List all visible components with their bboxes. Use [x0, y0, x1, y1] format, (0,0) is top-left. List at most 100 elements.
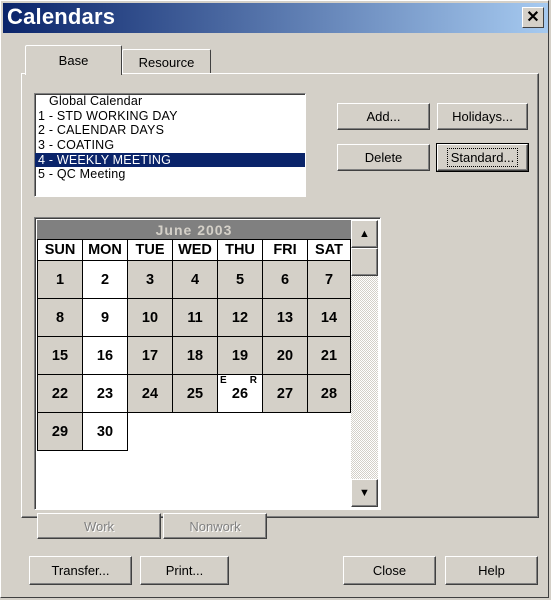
- scroll-thumb[interactable]: [351, 248, 378, 276]
- transfer-button-label: Transfer...: [51, 563, 110, 578]
- calendar-day-number: 24: [141, 385, 159, 402]
- calendar-day-cell[interactable]: 27: [262, 374, 308, 413]
- calendar-list-item[interactable]: Global Calendar: [35, 94, 305, 109]
- calendar-day-number: 2: [100, 271, 110, 288]
- calendar-day-cell[interactable]: 19: [217, 336, 263, 375]
- standard-button-label: Standard...: [446, 148, 519, 167]
- calendar-day-cell[interactable]: 22: [37, 374, 83, 413]
- calendar-day-number: 30: [96, 423, 114, 440]
- holidays-button-label: Holidays...: [452, 109, 513, 124]
- calendar-day-cell[interactable]: 24: [127, 374, 173, 413]
- calendar-day-cell[interactable]: 26 E R: [217, 374, 263, 413]
- calendar-day-number: 17: [141, 347, 159, 364]
- scroll-down-button[interactable]: ▼: [351, 479, 378, 507]
- title-bar[interactable]: Calendars ✕: [3, 3, 548, 33]
- calendar-day-cell[interactable]: 17: [127, 336, 173, 375]
- calendar-day-marker-e: E: [220, 375, 227, 386]
- close-button-label: Close: [372, 563, 407, 578]
- add-button[interactable]: Add...: [337, 103, 430, 130]
- calendar-day-number: 26: [231, 385, 249, 402]
- holidays-button[interactable]: Holidays...: [437, 103, 528, 130]
- calendar-day-marker-r: R: [249, 375, 257, 386]
- calendar-day-cell[interactable]: 18: [172, 336, 218, 375]
- delete-button-label: Delete: [364, 150, 403, 165]
- calendar-day-cell[interactable]: 9: [82, 298, 128, 337]
- calendar-day-number: 21: [320, 347, 338, 364]
- calendar-day-cell[interactable]: 6: [262, 260, 308, 299]
- print-button[interactable]: Print...: [140, 556, 229, 585]
- calendar-day-number: 3: [145, 271, 155, 288]
- day-of-week-header: SAT: [307, 239, 351, 261]
- calendar-day-cell[interactable]: 8: [37, 298, 83, 337]
- standard-button[interactable]: Standard...: [436, 143, 529, 172]
- calendar-day-number: 10: [141, 309, 159, 326]
- work-button[interactable]: Work: [37, 513, 161, 539]
- month-calendar: June 2003 SUN MON TUE WED THU FRI SAT 12345678…: [34, 217, 381, 510]
- calendar-day-cell[interactable]: 1: [37, 260, 83, 299]
- calendar-day-cell[interactable]: 23: [82, 374, 128, 413]
- scroll-up-button[interactable]: ▲: [351, 220, 378, 248]
- calendar-day-number: 15: [51, 347, 69, 364]
- calendar-day-number: 27: [276, 385, 294, 402]
- scroll-down-arrow-icon: ▼: [359, 487, 370, 499]
- calendar-day-number: 6: [280, 271, 290, 288]
- tab-base[interactable]: Base: [25, 45, 122, 75]
- calendar-day-cell[interactable]: 10: [127, 298, 173, 337]
- calendar-day-number: 11: [187, 309, 203, 326]
- work-button-label: Work: [83, 518, 115, 534]
- calendar-day-number: 20: [276, 347, 294, 364]
- add-button-label: Add...: [366, 109, 401, 124]
- calendar-day-cell[interactable]: 28: [307, 374, 351, 413]
- window-title: Calendars: [7, 4, 116, 29]
- calendar-day-cell[interactable]: 5: [217, 260, 263, 299]
- calendar-day-cell[interactable]: 12: [217, 298, 263, 337]
- calendar-day-cell[interactable]: 21: [307, 336, 351, 375]
- calendar-scrollbar[interactable]: ▲ ▼: [351, 220, 378, 507]
- calendar-day-number: 28: [320, 385, 338, 402]
- close-window-button[interactable]: ✕: [522, 7, 544, 28]
- calendar-day-cell[interactable]: 15: [37, 336, 83, 375]
- calendar-day-number: 8: [55, 309, 65, 326]
- calendar-day-number: 16: [96, 347, 114, 364]
- calendar-list-item[interactable]: 3 - COATING: [35, 138, 305, 153]
- transfer-button[interactable]: Transfer...: [29, 556, 132, 585]
- nonwork-button[interactable]: Nonwork: [163, 513, 267, 539]
- calendar-day-cell[interactable]: 13: [262, 298, 308, 337]
- calendar-list-item[interactable]: 4 - WEEKLY MEETING: [35, 152, 305, 168]
- calendar-day-number: 7: [324, 271, 334, 288]
- calendar-day-number: 19: [231, 347, 249, 364]
- calendar-day-number: 14: [320, 309, 338, 326]
- delete-button[interactable]: Delete: [337, 144, 430, 171]
- day-of-week-header: SUN: [37, 239, 83, 261]
- calendar-day-cell[interactable]: 20: [262, 336, 308, 375]
- calendar-listbox[interactable]: Global Calendar 1 - STD WORKING DAY 2 - CA…: [34, 93, 306, 197]
- day-of-week-header: TUE: [127, 239, 173, 261]
- calendar-day-cell[interactable]: 14: [307, 298, 351, 337]
- calendar-list-item[interactable]: 2 - CALENDAR DAYS: [35, 123, 305, 138]
- calendar-day-cell[interactable]: 11: [172, 298, 218, 337]
- calendar-day-number: 5: [235, 271, 245, 288]
- day-of-week-header: WED: [172, 239, 218, 261]
- calendar-day-cell[interactable]: 4: [172, 260, 218, 299]
- calendars-dialog: Calendars ✕ Base Resource Global Calenda…: [0, 0, 549, 598]
- calendar-day-cell[interactable]: 16: [82, 336, 128, 375]
- calendar-day-number: 25: [186, 385, 204, 402]
- calendar-day-cell[interactable]: 30: [82, 412, 128, 451]
- calendar-day-cell[interactable]: 7: [307, 260, 351, 299]
- help-button-label: Help: [478, 563, 505, 578]
- tab-resource[interactable]: Resource: [122, 49, 211, 74]
- month-title: June 2003: [37, 220, 351, 239]
- calendar-day-cell[interactable]: 25: [172, 374, 218, 413]
- close-button[interactable]: Close: [343, 556, 436, 585]
- calendar-day-cell[interactable]: 29: [37, 412, 83, 451]
- help-button[interactable]: Help: [445, 556, 538, 585]
- calendar-day-number: 4: [190, 271, 200, 288]
- scroll-up-arrow-icon: ▲: [359, 228, 370, 240]
- calendar-list-item[interactable]: 5 - QC Meeting: [35, 167, 305, 182]
- calendar-day-number: 13: [276, 309, 294, 326]
- close-icon: ✕: [526, 8, 540, 26]
- calendar-list-item[interactable]: 1 - STD WORKING DAY: [35, 109, 305, 124]
- calendar-day-cell[interactable]: 2: [82, 260, 128, 299]
- tab-resource-label: Resource: [138, 54, 195, 70]
- calendar-day-cell[interactable]: 3: [127, 260, 173, 299]
